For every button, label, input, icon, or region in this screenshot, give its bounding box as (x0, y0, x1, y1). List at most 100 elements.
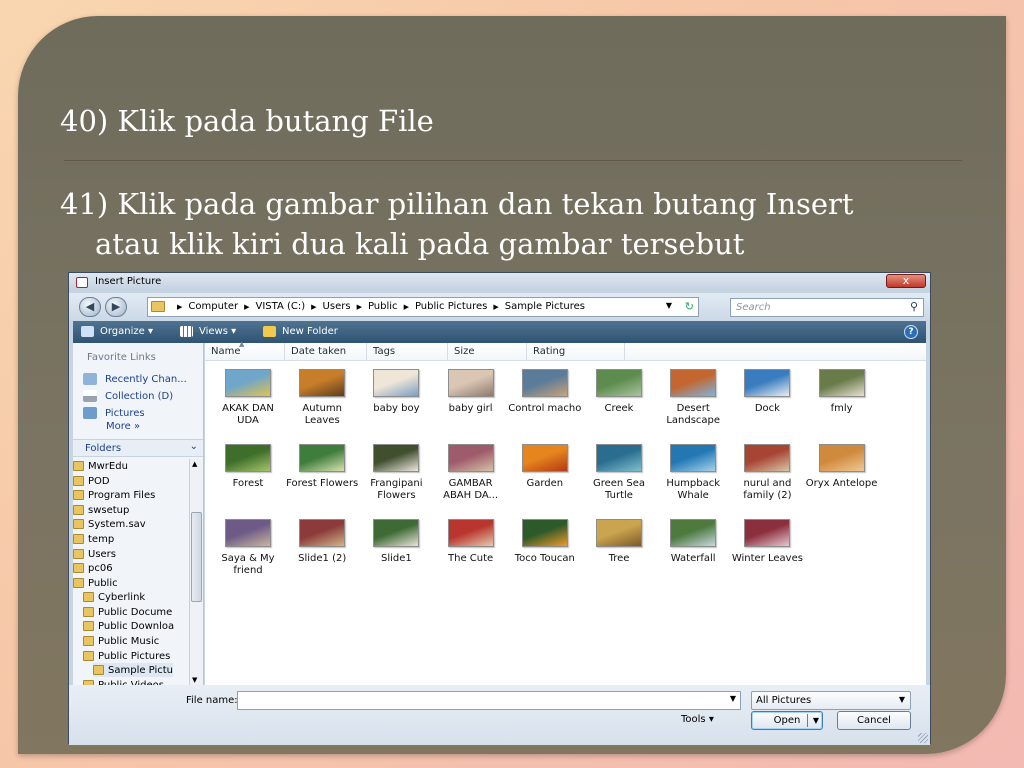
chevron-right-icon[interactable]: ▶ (244, 303, 249, 311)
more-links[interactable]: More » (106, 421, 140, 432)
file-thumbnail[interactable]: Tree (582, 519, 656, 565)
file-thumbnail[interactable]: Slide1 (359, 519, 433, 565)
folder-tree-item[interactable]: MwrEdu (73, 459, 128, 473)
breadcrumb-item[interactable]: Sample Pictures (505, 301, 585, 312)
folder-tree-item[interactable]: temp (73, 532, 114, 546)
refresh-icon[interactable]: ↻ (685, 300, 694, 313)
file-thumbnail[interactable]: Winter Leaves (730, 519, 804, 565)
file-thumbnail[interactable]: baby boy (359, 369, 433, 415)
folder-tree-item[interactable]: Sample Pictu (93, 663, 174, 677)
column-header[interactable]: Rating (527, 343, 625, 361)
organize-button[interactable]: Organize ▾ (81, 326, 153, 337)
folder-icon (73, 578, 84, 588)
folder-tree-item[interactable]: POD (73, 474, 110, 488)
new-folder-button[interactable]: New Folder (263, 326, 338, 337)
scroll-thumb[interactable] (191, 512, 202, 602)
views-button[interactable]: Views ▾ (180, 326, 236, 337)
file-name: Desert Landscape (666, 403, 721, 426)
fav-pictures[interactable]: Pictures (83, 407, 145, 419)
file-thumbnail[interactable]: Oryx Antelope (805, 444, 879, 490)
column-header[interactable]: Size (448, 343, 527, 361)
command-toolbar: Organize ▾ Views ▾ New Folder ? (73, 321, 926, 343)
folder-tree-item[interactable]: Public Pictures (83, 649, 170, 663)
file-thumbnail[interactable]: baby girl (434, 369, 508, 415)
fav-recently-changed[interactable]: Recently Chan... (83, 373, 187, 385)
file-thumbnail[interactable]: Humpback Whale (656, 444, 730, 502)
folder-scrollbar[interactable]: ▲ ▼ (189, 459, 203, 685)
folder-tree-item[interactable]: Public (73, 576, 118, 590)
scroll-up-icon[interactable]: ▲ (192, 460, 197, 468)
open-dropdown-icon[interactable]: ▼ (813, 712, 819, 729)
file-thumbnail[interactable]: The Cute (434, 519, 508, 565)
folders-header[interactable]: Folders ⌄ (73, 439, 203, 457)
file-name: Oryx Antelope (805, 478, 878, 489)
file-thumbnail[interactable]: Saya & My friend (211, 519, 285, 577)
file-thumbnail[interactable]: GAMBAR ABAH DA... (434, 444, 508, 502)
folder-tree-item[interactable]: Program Files (73, 488, 155, 502)
column-header[interactable]: Name ▲ (205, 340, 285, 361)
file-name-field[interactable]: ▼ (237, 691, 741, 710)
help-icon[interactable]: ? (904, 325, 918, 339)
chevron-down-icon[interactable]: ⌄ (190, 441, 198, 452)
file-thumbnail[interactable]: Toco Toucan (508, 519, 582, 565)
navigation-pane: Favorite Links Recently Chan... Collecti… (73, 343, 204, 685)
dialog-footer: File name: ▼ All Pictures ▼ Tools ▾ Open… (69, 685, 930, 745)
file-thumbnail[interactable]: Waterfall (656, 519, 730, 565)
folder-tree-item[interactable]: Cyberlink (83, 590, 145, 604)
search-input[interactable]: Search ⚲ (730, 298, 924, 317)
file-name: Forest Flowers (286, 478, 359, 489)
file-thumbnail[interactable]: Desert Landscape (656, 369, 730, 427)
file-thumbnail[interactable]: Garden (508, 444, 582, 490)
address-dropdown-icon[interactable]: ▼ (666, 301, 672, 310)
chevron-right-icon[interactable]: ▶ (357, 303, 362, 311)
forward-button[interactable]: ▶ (105, 297, 127, 317)
chevron-right-icon[interactable]: ▶ (493, 303, 498, 311)
folder-tree-item[interactable]: System.sav (73, 517, 146, 531)
file-thumbnail[interactable]: AKAK DAN UDA (211, 369, 285, 427)
thumbnail-image (818, 369, 865, 397)
address-bar[interactable]: ▶ Computer ▶ VISTA (C:) ▶ Users ▶ Public ▶ Publi… (147, 297, 699, 317)
file-thumbnail[interactable]: Dock (730, 369, 804, 415)
chevron-right-icon[interactable]: ▶ (311, 303, 316, 311)
breadcrumb-item[interactable]: Public (368, 301, 398, 312)
breadcrumb-item[interactable]: Users (323, 301, 351, 312)
folder-tree-item[interactable]: Public Downloa (83, 619, 174, 633)
file-thumbnail[interactable]: Slide1 (2) (285, 519, 359, 565)
folder-tree-item[interactable]: Public Music (83, 634, 159, 648)
open-button[interactable]: Open ▼ (751, 711, 823, 730)
column-header[interactable]: Tags (367, 343, 448, 361)
file-thumbnail[interactable]: Forest Flowers (285, 444, 359, 490)
cancel-button[interactable]: Cancel (837, 711, 911, 730)
folder-tree-item[interactable]: swsetup (73, 503, 129, 517)
file-thumbnail[interactable]: Green Sea Turtle (582, 444, 656, 502)
folder-tree-item[interactable]: Public Docume (83, 605, 172, 619)
folder-tree-item[interactable]: Users (73, 547, 116, 561)
file-thumbnail[interactable]: Creek (582, 369, 656, 415)
folder-icon (73, 534, 84, 544)
column-header[interactable]: Date taken (285, 343, 367, 361)
thumbnail-image (373, 369, 420, 397)
file-thumbnail[interactable]: Autumn Leaves (285, 369, 359, 427)
breadcrumb-item[interactable]: VISTA (C:) (256, 301, 306, 312)
tools-menu[interactable]: Tools ▾ (681, 714, 714, 725)
fav-collection-d[interactable]: Collection (D) (83, 390, 173, 402)
search-icon[interactable]: ⚲ (910, 300, 918, 313)
folder-tree-item[interactable]: Public Videos (83, 678, 164, 685)
breadcrumb-item[interactable]: Public Pictures (415, 301, 487, 312)
chevron-right-icon[interactable]: ▶ (404, 303, 409, 311)
file-thumbnail[interactable]: fmly (805, 369, 879, 415)
folder-tree-item[interactable]: pc06 (73, 561, 113, 575)
file-type-select[interactable]: All Pictures ▼ (751, 691, 911, 710)
resize-grip[interactable] (918, 733, 928, 743)
file-thumbnail[interactable]: nurul and family (2) (730, 444, 804, 502)
file-thumbnail[interactable]: Forest (211, 444, 285, 490)
organize-icon (81, 326, 94, 337)
file-thumbnail[interactable]: Frangipani Flowers (359, 444, 433, 502)
file-thumbnail[interactable]: Control macho (508, 369, 582, 415)
back-button[interactable]: ◀ (79, 297, 101, 317)
close-button[interactable]: x (886, 274, 926, 288)
scroll-down-icon[interactable]: ▼ (192, 676, 197, 684)
file-name-dropdown-icon[interactable]: ▼ (730, 694, 736, 703)
breadcrumb-item[interactable]: Computer (188, 301, 238, 312)
file-name-input[interactable] (238, 692, 718, 709)
